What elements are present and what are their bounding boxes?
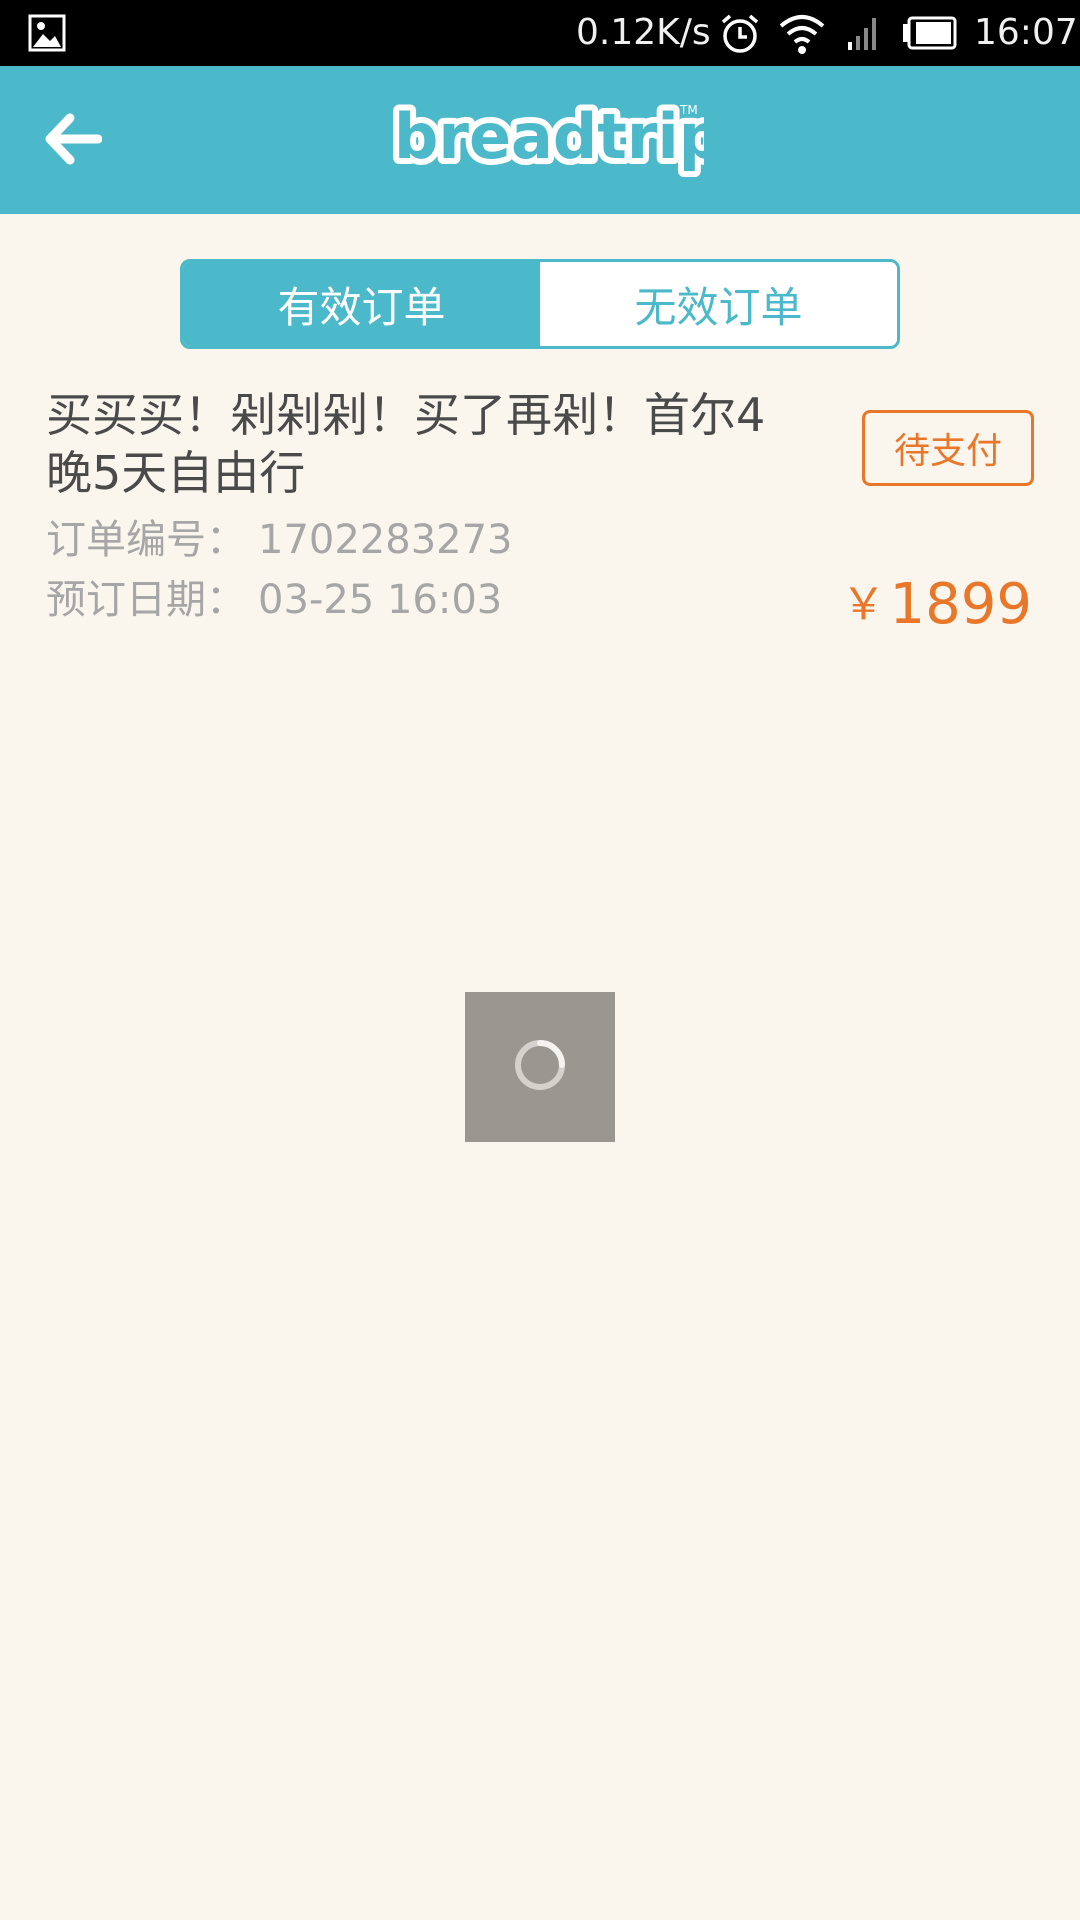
order-number: 1702283273 (258, 517, 513, 563)
booking-date: 03-25 16:03 (258, 577, 503, 623)
battery-icon (902, 16, 958, 54)
breadtrip-logo: breadtrip breadtrip TM (384, 94, 729, 186)
signal-icon (846, 14, 880, 56)
currency-symbol: ￥ (841, 579, 886, 630)
booking-date-label: 预订日期： (46, 577, 246, 623)
network-speed: 0.12K/s (576, 12, 711, 53)
clock: 16:07 (974, 12, 1078, 53)
status-bar: 0.12K/s 16:07 (0, 0, 1080, 66)
back-arrow-icon (44, 113, 103, 169)
order-number-row: 订单编号： 1702283273 (46, 514, 513, 566)
logo-trademark: TM (679, 103, 698, 117)
wifi-icon (778, 12, 826, 60)
status-badge[interactable]: 待支付 (862, 410, 1034, 486)
back-button[interactable] (36, 104, 110, 178)
price-amount: 1899 (889, 572, 1032, 637)
order-price: ￥1899 (841, 568, 1032, 637)
tab-invalid-orders[interactable]: 无效订单 (540, 262, 897, 346)
order-list-item[interactable]: 买买买！剁剁剁！买了再剁！首尔4晚5天自由行 待支付 订单编号： 17022832… (0, 380, 1080, 650)
booking-date-row: 预订日期： 03-25 16:03 (46, 574, 502, 626)
order-title: 买买买！剁剁剁！买了再剁！首尔4晚5天自由行 (46, 388, 766, 500)
app-bar: breadtrip breadtrip TM (0, 66, 1080, 214)
gallery-icon (28, 14, 66, 56)
loading-overlay (465, 992, 615, 1142)
spinner-icon (510, 1035, 570, 1099)
logo-text: breadtrip (394, 100, 704, 173)
order-number-label: 订单编号： (46, 517, 246, 563)
tab-valid-orders[interactable]: 有效订单 (183, 262, 540, 346)
order-tabs: 有效订单 无效订单 (180, 259, 900, 349)
alarm-icon (718, 12, 762, 60)
